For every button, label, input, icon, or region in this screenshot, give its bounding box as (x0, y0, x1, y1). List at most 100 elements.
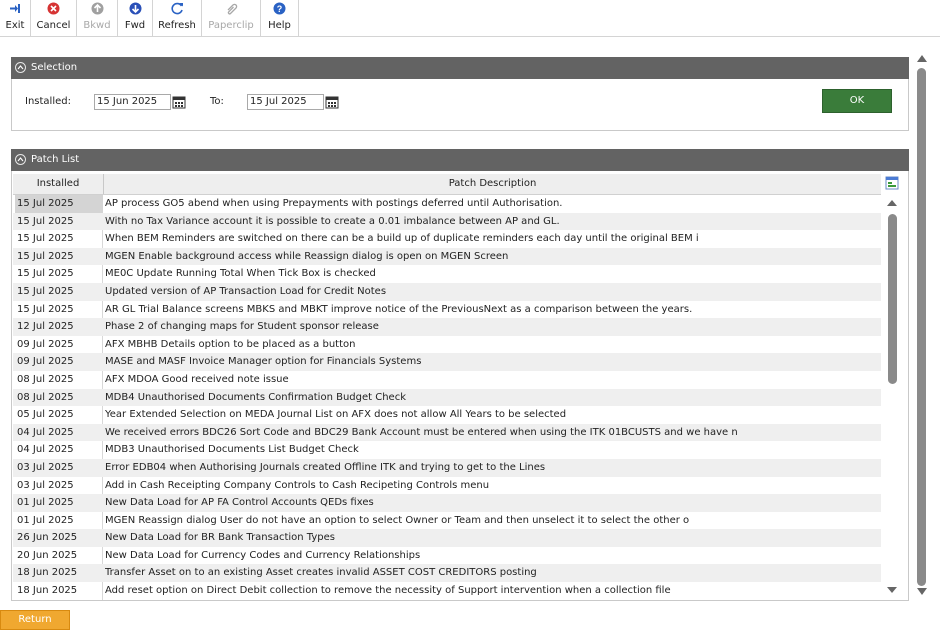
installed-cell: 01 Jul 2025 (17, 514, 74, 526)
refresh-button[interactable]: Refresh (153, 0, 201, 36)
paperclip-button[interactable]: Paperclip (202, 0, 260, 36)
table-row[interactable]: 18 Jun 2025 Transfer Asset on to an exist… (13, 564, 881, 583)
table-row[interactable]: 15 Jul 2025 With no Tax Variance account … (13, 212, 881, 231)
refresh-icon (170, 2, 183, 15)
installed-date-field[interactable]: 15 Jun 2025 (94, 94, 171, 110)
grid-scroll-thumb[interactable] (888, 214, 897, 384)
table-row[interactable]: 03 Jul 2025 Error EDB04 when Authorising … (13, 458, 881, 477)
svg-text:?: ? (277, 4, 283, 14)
table-row[interactable]: 03 Jul 2025 Add in Cash Receipting Compan… (13, 477, 881, 495)
collapse-icon[interactable] (15, 154, 26, 165)
table-row[interactable]: 01 Jul 2025 MGEN Reassign dialog User do … (13, 512, 881, 530)
installed-cell: 18 Jun 2025 (17, 585, 78, 597)
ok-button[interactable]: OK (822, 89, 892, 113)
scroll-down-icon[interactable] (886, 585, 898, 595)
table-row[interactable]: 09 Jul 2025 MASE and MASF Invoice Manager… (13, 353, 881, 371)
calendar-icon[interactable] (172, 95, 186, 109)
installed-cell: 08 Jul 2025 (17, 373, 74, 385)
cancel-button[interactable]: Cancel (31, 0, 76, 36)
table-row[interactable]: 12 Jul 2025 Phase 2 of changing maps for … (13, 318, 881, 336)
grid-scrollbar[interactable] (884, 171, 908, 600)
table-row[interactable]: 15 Jul 2025 ME0C Update Running Total Whe… (13, 265, 881, 283)
description-cell: New Data Load for Currency Codes and Cur… (105, 549, 421, 561)
description-cell: MASE and MASF Invoice Manager option for… (105, 356, 422, 368)
installed-cell: 26 Jun 2025 (17, 532, 78, 544)
description-cell: Transfer Asset on to an existing Asset c… (105, 567, 537, 579)
description-cell: When BEM Reminders are switched on there… (105, 233, 699, 245)
table-row[interactable]: 20 Jun 2025 New Data Load for Currency Co… (13, 547, 881, 565)
installed-cell: 03 Jul 2025 (17, 479, 74, 491)
exit-button[interactable]: Exit (0, 0, 30, 36)
description-cell: Phase 2 of changing maps for Student spo… (105, 321, 379, 333)
table-row[interactable]: 08 Jul 2025 AFX MDOA Good received note i… (13, 371, 881, 389)
help-button[interactable]: ? Help (261, 0, 298, 36)
description-cell: AP process GO5 abend when using Prepayme… (105, 198, 563, 209)
backward-button[interactable]: Bkwd (77, 0, 117, 36)
cancel-icon (47, 2, 60, 15)
table-row[interactable]: 04 Jul 2025 We received errors BDC26 Sort… (13, 423, 881, 442)
page-scroll-thumb[interactable] (917, 68, 926, 586)
installed-cell: 01 Jul 2025 (17, 497, 74, 509)
collapse-icon[interactable] (15, 62, 26, 73)
forward-button[interactable]: Fwd (118, 0, 152, 36)
scroll-up-icon[interactable] (886, 198, 898, 208)
installed-cell: 03 Jul 2025 (17, 461, 74, 473)
description-cell: Error EDB04 when Authorising Journals cr… (105, 461, 546, 473)
description-cell: Add in Cash Receipting Company Controls … (105, 479, 490, 491)
installed-cell: 15 Jul 2025 (17, 233, 74, 245)
patch-grid: Installed Patch Description 15 Jul 2025 A… (11, 171, 909, 601)
installed-label: Installed: (25, 96, 71, 107)
description-cell: We received errors BDC26 Sort Code and B… (105, 426, 738, 438)
installed-cell: 15 Jul 2025 (17, 268, 74, 280)
forward-icon (129, 2, 141, 15)
table-row[interactable]: 08 Jul 2025 MDB4 Unauthorised Documents C… (13, 388, 881, 407)
column-header-description[interactable]: Patch Description (104, 174, 881, 194)
installed-cell: 20 Jun 2025 (17, 549, 78, 561)
to-date-field[interactable]: 15 Jul 2025 (247, 94, 324, 110)
grid-rows: 15 Jul 2025 AP process GO5 abend when usi… (13, 195, 881, 600)
table-row[interactable]: 18 Jun 2025 Add reset option on Direct De… (13, 582, 881, 600)
table-row[interactable]: 09 Jul 2025 AFX MBHB Details option to be… (13, 336, 881, 354)
grid-header: Installed Patch Description (13, 174, 881, 195)
backward-label: Bkwd (83, 20, 111, 31)
toolbar-divider (298, 0, 299, 36)
patch-list-title: Patch List (31, 154, 80, 165)
installed-cell: 15 Jul 2025 (17, 215, 74, 227)
table-row[interactable]: 04 Jul 2025 MDB3 Unauthorised Documents L… (13, 441, 881, 459)
installed-cell: 18 Jun 2025 (17, 567, 78, 579)
installed-cell: 15 Jul 2025 (15, 195, 103, 213)
selection-title: Selection (31, 62, 78, 73)
column-chooser-icon[interactable] (885, 176, 899, 190)
help-icon: ? (273, 2, 286, 15)
scroll-up-icon[interactable] (915, 52, 929, 64)
page-scrollbar[interactable] (913, 52, 931, 602)
installed-cell: 04 Jul 2025 (17, 426, 74, 438)
forward-label: Fwd (124, 20, 146, 31)
description-cell: New Data Load for BR Bank Transaction Ty… (105, 532, 335, 544)
table-row[interactable]: 05 Jul 2025 Year Extended Selection on ME… (13, 406, 881, 424)
cancel-label: Cancel (36, 20, 71, 31)
selection-panel-header[interactable]: Selection (11, 57, 909, 79)
installed-cell: 12 Jul 2025 (17, 321, 74, 333)
backward-icon (91, 2, 103, 15)
table-row[interactable]: 15 Jul 2025 When BEM Reminders are switch… (13, 230, 881, 248)
installed-cell: 15 Jul 2025 (17, 250, 74, 262)
table-row[interactable]: 01 Jul 2025 New Data Load for AP FA Contr… (13, 494, 881, 512)
description-cell: AFX MDOA Good received note issue (105, 373, 289, 385)
calendar-icon[interactable] (325, 95, 339, 109)
installed-cell: 04 Jul 2025 (17, 444, 74, 456)
paperclip-icon (227, 3, 237, 15)
table-row[interactable]: 26 Jun 2025 New Data Load for BR Bank Tra… (13, 529, 881, 547)
table-row[interactable]: 15 Jul 2025 AR GL Trial Balance screens M… (13, 301, 881, 319)
paperclip-label: Paperclip (208, 20, 254, 31)
description-cell: With no Tax Variance account it is possi… (105, 215, 560, 227)
scroll-down-icon[interactable] (915, 586, 929, 598)
patch-list-header[interactable]: Patch List (11, 149, 909, 171)
return-button[interactable]: Return (0, 610, 70, 630)
table-row[interactable]: 15 Jul 2025 MGEN Enable background access… (13, 247, 881, 266)
table-row[interactable]: 15 Jul 2025 AP process GO5 abend when usi… (13, 195, 881, 213)
column-header-installed[interactable]: Installed (13, 174, 103, 194)
description-cell: AR GL Trial Balance screens MBKS and MBK… (105, 303, 693, 315)
description-cell: Add reset option on Direct Debit collect… (105, 585, 671, 597)
table-row[interactable]: 15 Jul 2025 Updated version of AP Transac… (13, 282, 881, 301)
